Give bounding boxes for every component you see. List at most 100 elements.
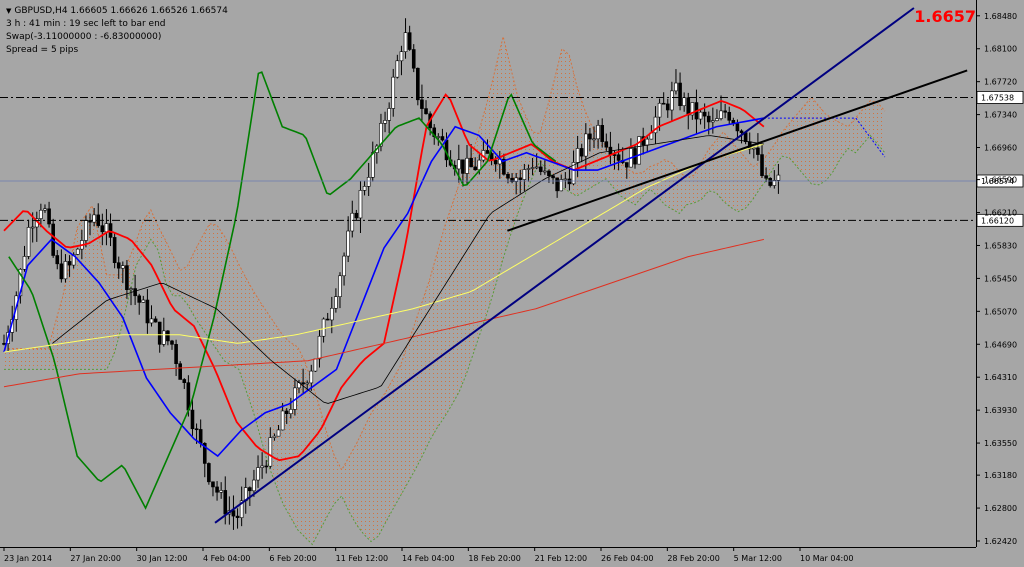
triangle-down-icon[interactable]: ▼ [6,7,11,15]
y-tick-label: 1.65450 [984,274,1017,283]
y-tick-label: 1.63930 [984,406,1017,415]
x-tick-label: 6 Feb 20:00 [269,554,316,563]
candle-body [264,465,269,468]
candle-body [416,67,420,101]
current-price-big: 1.6657 [914,7,976,26]
candle-body [207,463,211,483]
candle-body [22,256,27,270]
candle-body [67,261,72,266]
x-tick-label: 4 Feb 04:00 [203,554,250,563]
candle-body [346,230,350,257]
candle [112,232,117,269]
candle-body [706,115,711,123]
candle-body [39,209,43,219]
candle [313,358,318,373]
candle-body [567,178,572,185]
y-tick-label: 1.64690 [984,340,1017,349]
y-tick-label: 1.68100 [984,45,1017,54]
y-tick-label: 1.63180 [984,471,1017,480]
candle-body [166,330,170,342]
candle-body [645,138,650,146]
candle-body [121,265,125,269]
y-tick-label: 1.66210 [984,209,1017,218]
candle-body [665,103,670,111]
candle-body [698,111,703,120]
candle-body [411,49,416,69]
candle-body [624,162,629,168]
candle-body [59,263,64,280]
candle-body [108,223,113,238]
candle-body [506,173,510,179]
candle-body [399,51,404,62]
candle-body [530,167,535,169]
y-tick-label: 1.67340 [984,111,1017,120]
candle-body [526,168,531,170]
candle-body [493,159,498,165]
x-tick-label: 10 Mar 04:00 [800,554,853,563]
candle-body [260,465,264,468]
candle-body [555,177,559,192]
candle-body [174,344,178,364]
y-tick-label: 1.66590 [984,176,1017,185]
symbol-line: GBPUSD,H4 1.66605 1.66626 1.66526 1.6657… [14,6,228,16]
candle-body [329,307,334,321]
candle-body [182,379,187,383]
candle-body [129,288,133,291]
candle-body [30,226,35,229]
candle-body [276,429,281,437]
candle-body [63,261,68,280]
candle-body [280,410,285,431]
y-tick-label: 1.62420 [984,537,1017,546]
candle-body [334,296,338,309]
candle-body [350,212,355,232]
level-label: 1.66120 [981,216,1014,225]
x-tick-label: 23 Jan 2014 [4,554,52,563]
candle-body [178,363,182,380]
candle-body [317,335,322,360]
candle-body [752,147,756,150]
candle-body [321,318,326,337]
price-chart[interactable]: 1.675381.661201.66574 1.684801.681001.67… [0,0,1024,567]
y-tick-label: 1.64310 [984,373,1017,382]
candle-body [362,186,367,191]
level-label: 1.67538 [981,93,1014,102]
candle-body [231,510,236,517]
candle-body [551,175,555,179]
candle-body [682,97,686,107]
candle-body [149,318,154,324]
candle-body [768,177,773,186]
candle-body [711,120,715,123]
candle-body [715,118,719,121]
candle-body [133,288,137,297]
candle-body [678,82,682,107]
candle-body [424,108,428,115]
y-tick-label: 1.63550 [984,439,1017,448]
candle-body [616,154,621,161]
candle-body [157,321,162,345]
x-tick-label: 11 Feb 12:00 [336,554,388,563]
candle-body [116,262,121,269]
candle-body [223,490,228,515]
candle-body [387,108,391,121]
candle-body [305,382,310,385]
candle-body [252,479,256,492]
chart-window[interactable]: 1.67538 1.66120 1.66574 1.68480 1.68100 1.67… [0,0,1024,567]
candle-body [461,159,465,174]
candle-body [395,60,400,78]
candle-body [391,76,396,109]
candle-body [272,435,277,438]
candle-body [473,166,477,171]
candle-body [289,409,293,414]
chart-info: ▼ GBPUSD,H4 1.66605 1.66626 1.66526 1.665… [6,5,228,57]
candle-body [256,467,260,481]
timer-line: 3 h : 41 min : 19 sec left to bar end [6,19,166,29]
candle-body [764,175,768,179]
candle-body [760,154,764,176]
y-tick-label: 1.66960 [984,144,1017,153]
candle-body [534,166,539,169]
candle-body [776,174,781,181]
candle-body [661,102,666,105]
swap-line: Swap(-3.11000000 : -6.83000000) [6,32,162,42]
candle-body [702,111,707,117]
candle-body [354,212,359,219]
